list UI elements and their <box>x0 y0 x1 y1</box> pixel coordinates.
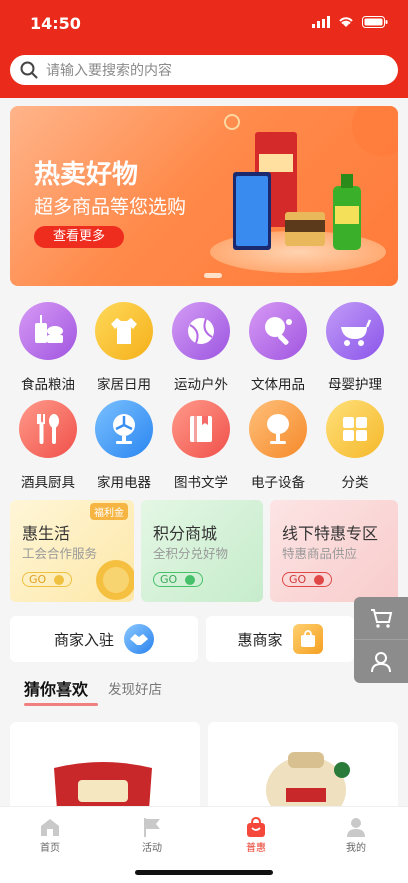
tab-guess-you-like[interactable]: 猜你喜欢 <box>24 676 99 706</box>
arrow-icon <box>54 574 65 585</box>
pingpong-icon <box>249 302 307 360</box>
category-electronics[interactable]: 电子设备 <box>240 400 316 491</box>
handshake-icon <box>124 624 154 654</box>
stroller-icon <box>326 302 384 360</box>
category-label: 分类 <box>341 475 369 491</box>
coin-icon <box>96 560 134 600</box>
nav-benefits[interactable]: 普惠 <box>226 815 286 854</box>
grid-icon <box>326 400 384 458</box>
category-sports[interactable]: 运动户外 <box>163 302 239 393</box>
category-home[interactable]: 家居日用 <box>86 302 162 393</box>
feed-tabs: 猜你喜欢 发现好店 <box>24 676 162 706</box>
category-label: 家居日用 <box>97 377 151 393</box>
search-placeholder: 请输入要搜索的内容 <box>46 63 172 79</box>
cart-icon <box>371 609 393 628</box>
nav-home[interactable]: 首页 <box>20 815 80 854</box>
arrow-icon <box>185 574 196 585</box>
go-label: GO <box>29 573 47 586</box>
go-label: GO <box>289 573 307 586</box>
tshirt-icon <box>95 302 153 360</box>
home-indicator <box>135 870 273 875</box>
signal-icon <box>312 16 330 28</box>
promo-card-life[interactable]: 福利金 惠生活 工会合作服务 GO <box>10 500 134 602</box>
hui-merchant-label: 惠商家 <box>237 630 283 649</box>
mirror-icon <box>249 400 307 458</box>
bag-icon <box>247 816 265 837</box>
promo-subtitle: 特惠商品供应 <box>282 546 358 561</box>
category-food[interactable]: 食品粮油 <box>10 302 86 393</box>
promo-title: 积分商城 <box>153 524 218 543</box>
status-icons <box>312 16 388 28</box>
promo-go-button[interactable]: GO <box>22 572 72 587</box>
cutlery-icon <box>19 400 77 458</box>
food-icon <box>19 302 77 360</box>
promo-go-button[interactable]: GO <box>153 572 203 587</box>
merchant-join-button[interactable]: 商家入驻 <box>10 616 198 662</box>
nav-home-label: 首页 <box>40 843 60 854</box>
search-icon <box>20 61 38 79</box>
nav-mine[interactable]: 我的 <box>326 815 386 854</box>
promo-go-button[interactable]: GO <box>282 572 332 587</box>
status-time: 14:50 <box>30 14 81 33</box>
promo-subtitle: 全积分兑好物 <box>153 546 229 561</box>
category-label: 电子设备 <box>251 475 305 491</box>
home-icon <box>41 819 59 836</box>
category-label: 图书文学 <box>174 475 228 491</box>
banner-products-image <box>233 132 361 250</box>
go-label: GO <box>160 573 178 586</box>
search-input[interactable]: 请输入要搜索的内容 <box>10 55 398 85</box>
status-bar: 14:50 <box>0 0 408 48</box>
fan-icon <box>95 400 153 458</box>
banner-pager-dot[interactable] <box>204 273 222 278</box>
profile-shortcut-button[interactable] <box>354 640 408 683</box>
category-kitchen[interactable]: 酒具厨具 <box>10 400 86 491</box>
promo-title: 线下特惠专区 <box>282 524 379 543</box>
cart-button[interactable] <box>354 597 408 640</box>
nav-benefits-label: 普惠 <box>246 843 266 854</box>
category-books[interactable]: 图书文学 <box>163 400 239 491</box>
nav-mine-label: 我的 <box>346 843 366 854</box>
battery-icon <box>362 16 388 28</box>
shop-bag-icon <box>292 624 323 654</box>
category-label: 酒具厨具 <box>21 475 75 491</box>
promo-subtitle: 工会合作服务 <box>22 546 98 561</box>
banner-title: 热卖好物 <box>34 160 139 190</box>
arrow-icon <box>314 574 325 585</box>
banner-subtitle: 超多商品等您选购 <box>34 196 187 218</box>
wifi-icon <box>339 17 353 27</box>
merchant-join-label: 商家入驻 <box>53 630 114 649</box>
tab-discover-stores[interactable]: 发现好店 <box>108 678 162 706</box>
promo-banner[interactable]: 热卖好物 超多商品等您选购 查看更多 <box>10 106 398 286</box>
category-appliances[interactable]: 家用电器 <box>86 400 162 491</box>
category-label: 母婴护理 <box>328 377 382 393</box>
floating-side-toolbar <box>354 597 408 683</box>
user-icon <box>371 651 391 672</box>
category-baby[interactable]: 母婴护理 <box>317 302 393 393</box>
category-all[interactable]: 分类 <box>317 400 393 491</box>
user-icon <box>347 818 365 837</box>
book-icon <box>172 400 230 458</box>
nav-activity-label: 活动 <box>142 843 162 854</box>
category-label: 家用电器 <box>97 475 151 491</box>
nav-activity[interactable]: 活动 <box>122 815 182 854</box>
category-stationery[interactable]: 文体用品 <box>240 302 316 393</box>
promo-card-offline[interactable]: 线下特惠专区 特惠商品供应 GO <box>270 500 398 602</box>
category-label: 运动户外 <box>174 377 228 393</box>
category-label: 文体用品 <box>251 377 305 393</box>
promo-card-points[interactable]: 积分商城 全积分兑好物 GO <box>141 500 263 602</box>
flag-icon <box>144 818 160 837</box>
ball-icon <box>172 302 230 360</box>
welfare-badge: 福利金 <box>90 503 128 520</box>
promo-title: 惠生活 <box>22 524 71 543</box>
category-label: 食品粮油 <box>21 377 75 393</box>
banner-more-button[interactable]: 查看更多 <box>34 226 124 248</box>
hui-merchant-button[interactable]: 惠商家 <box>206 616 354 662</box>
